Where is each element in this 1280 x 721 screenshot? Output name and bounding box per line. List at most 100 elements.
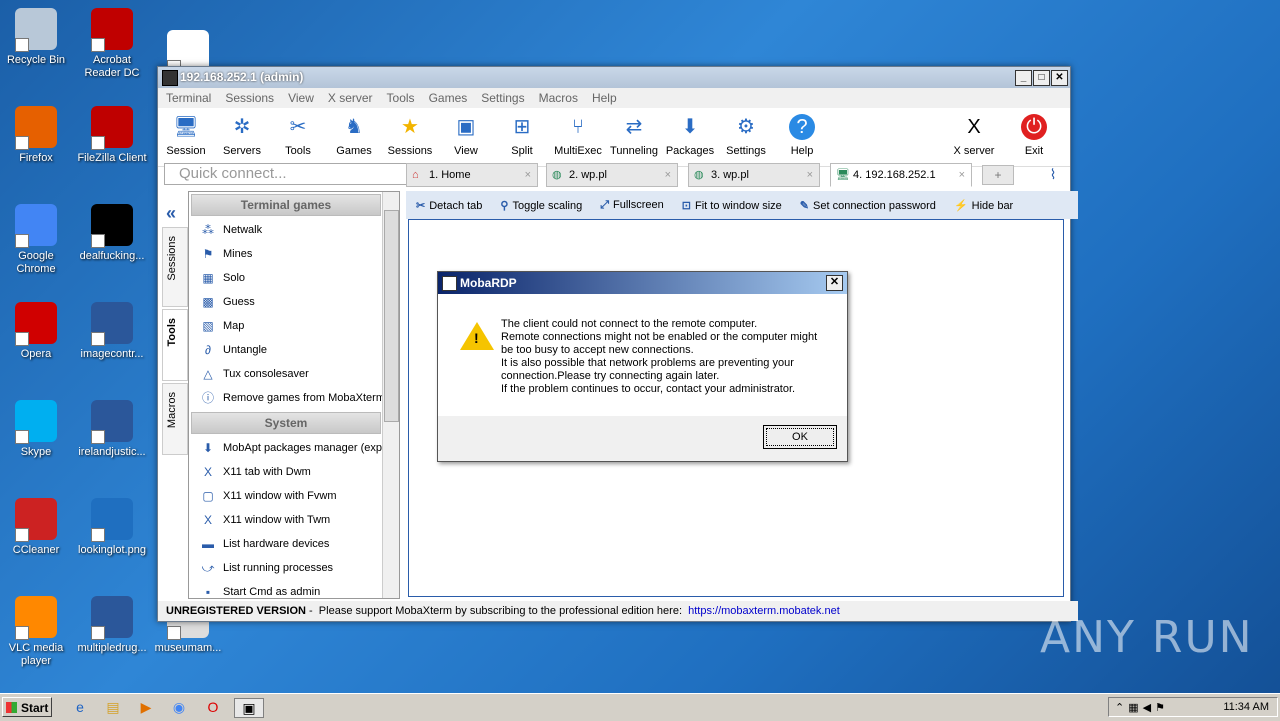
session-tab[interactable]: ◍ 2. wp.pl × <box>546 163 678 187</box>
help-toolbar-button[interactable]: ? Help <box>774 112 830 157</box>
desktop-icon[interactable]: Firefox <box>0 106 72 165</box>
menu-item[interactable]: X server <box>328 91 373 105</box>
desktop-icon[interactable]: lookinglot.png <box>76 498 148 557</box>
session-tab[interactable]: 🖥 4. 192.168.252.1 × <box>830 163 972 187</box>
view-toolbar-button[interactable]: ▣ View <box>438 112 494 157</box>
media-player-icon[interactable]: ▶ <box>136 698 156 716</box>
tab-macros[interactable]: Macros <box>162 383 188 455</box>
subbar-icon: ⊡ <box>681 199 691 212</box>
menu-item[interactable]: Tools <box>387 91 415 105</box>
title-bar[interactable]: 192.168.252.1 (admin) _ □ ✕ <box>158 67 1070 88</box>
desktop-icon[interactable]: Google Chrome <box>0 204 72 276</box>
tab-close-icon[interactable]: × <box>807 164 813 186</box>
desktop-icon[interactable]: Skype <box>0 400 72 459</box>
tool-item[interactable]: X X11 tab with Dwm <box>189 460 399 484</box>
clock[interactable]: 11:34 AM <box>1223 701 1269 713</box>
minimize-button[interactable]: _ <box>1015 70 1032 86</box>
section-header[interactable]: System <box>191 412 381 434</box>
tab-close-icon[interactable]: × <box>959 164 965 186</box>
desktop-icon[interactable]: Acrobat Reader DC <box>76 8 148 80</box>
tunneling-toolbar-button[interactable]: ⇄ Tunneling <box>606 112 662 157</box>
subbar-button[interactable]: ⊡ Fit to window size <box>682 199 782 212</box>
volume-icon[interactable]: ◀ <box>1143 701 1151 714</box>
split-toolbar-button[interactable]: ⊞ Split <box>494 112 550 157</box>
collapse-sidebar-icon[interactable]: « <box>166 203 176 224</box>
tools-scrollbar[interactable] <box>382 192 399 598</box>
tool-item[interactable]: X X11 window with Twm <box>189 508 399 532</box>
tool-item[interactable]: ▬ List hardware devices <box>189 532 399 556</box>
subbar-button[interactable]: ⚲ Toggle scaling <box>500 199 582 212</box>
x-server-toolbar-button[interactable]: X X server <box>946 112 1002 157</box>
servers-toolbar-button[interactable]: ✲ Servers <box>214 112 270 157</box>
tab-close-icon[interactable]: × <box>665 164 671 186</box>
tool-item[interactable]: ⓘ Remove games from MobaXterm <box>189 386 399 410</box>
tool-item[interactable]: ▧ Map <box>189 314 399 338</box>
menu-item[interactable]: Settings <box>481 91 524 105</box>
subbar-button[interactable]: ✂ Detach tab <box>416 199 482 212</box>
menu-item[interactable]: Games <box>429 91 468 105</box>
explorer-icon[interactable]: ▤ <box>103 698 123 716</box>
menu-item[interactable]: Terminal <box>166 91 211 105</box>
desktop-icon[interactable]: dealfucking... <box>76 204 148 263</box>
tool-item[interactable]: ▩ Guess <box>189 290 399 314</box>
tool-item[interactable]: ▦ Solo <box>189 266 399 290</box>
tool-item[interactable]: △ Tux consolesaver <box>189 362 399 386</box>
section-header[interactable]: Terminal games <box>191 194 381 216</box>
multiexec-toolbar-button[interactable]: ⑂ MultiExec <box>550 112 606 157</box>
subbar-button[interactable]: ⤢ Fullscreen <box>600 199 664 212</box>
desktop-icon[interactable]: imagecontr... <box>76 302 148 361</box>
new-tab-icon[interactable]: + <box>982 165 1014 185</box>
desktop-icon[interactable]: VLC media player <box>0 596 72 668</box>
tool-item[interactable]: ∂ Untangle <box>189 338 399 362</box>
mobaxterm-taskbar-icon[interactable]: ▣ <box>234 698 264 718</box>
ie-icon[interactable]: e <box>70 698 90 716</box>
menu-item[interactable]: Sessions <box>225 91 274 105</box>
tools-toolbar-button[interactable]: ✂ Tools <box>270 112 326 157</box>
tool-item[interactable]: ⁂ Netwalk <box>189 218 399 242</box>
toolbar: 🖥 Session ✲ Servers ✂ Tools ♞ Games ★ Sessions ▣ Vi… <box>158 108 1070 167</box>
packages-toolbar-button[interactable]: ⬇ Packages <box>662 112 718 157</box>
tab-close-icon[interactable]: × <box>525 164 531 186</box>
session-tab[interactable]: ⌂ 1. Home × <box>406 163 538 187</box>
tab-sessions[interactable]: Sessions <box>162 227 188 307</box>
subbar-button[interactable]: ⚡ Hide bar <box>954 199 1013 212</box>
tool-item[interactable]: ⬇ MobApt packages manager (expe <box>189 436 399 460</box>
desktop-icon[interactable]: Recycle Bin <box>0 8 72 67</box>
menu-item[interactable]: Macros <box>539 91 578 105</box>
maximize-button[interactable]: □ <box>1033 70 1050 86</box>
flag-icon[interactable]: ⚑ <box>1155 701 1165 714</box>
tool-item[interactable]: ⚑ Mines <box>189 242 399 266</box>
session-toolbar-button[interactable]: 🖥 Session <box>158 112 214 157</box>
opera-icon[interactable]: O <box>203 698 223 716</box>
ok-button[interactable]: OK <box>763 425 837 449</box>
menu-item[interactable]: Help <box>592 91 617 105</box>
menu-item[interactable]: View <box>288 91 314 105</box>
exit-toolbar-button[interactable]: ⏻ Exit <box>1006 112 1062 157</box>
dialog-title-bar[interactable]: MobaRDP ✕ <box>438 272 847 294</box>
desktop-icon[interactable]: Opera <box>0 302 72 361</box>
desktop-icon[interactable]: FileZilla Client <box>76 106 148 165</box>
tool-item[interactable]: ⤻ List running processes <box>189 556 399 580</box>
chrome-icon[interactable]: ◉ <box>169 698 189 716</box>
close-button[interactable]: ✕ <box>1051 70 1068 86</box>
tray-expand-icon[interactable]: ⌃ <box>1115 701 1124 714</box>
sessions-toolbar-button[interactable]: ★ Sessions <box>382 112 438 157</box>
quick-connect-input[interactable]: Quick connect... <box>164 163 412 185</box>
mobatek-link[interactable]: https://mobaxterm.mobatek.net <box>688 605 840 617</box>
tab-tools[interactable]: Tools <box>162 309 188 381</box>
tool-item[interactable]: ▪ Start Cmd as admin <box>189 580 399 598</box>
settings-toolbar-button[interactable]: ⚙ Settings <box>718 112 774 157</box>
tool-item[interactable]: ▢ X11 window with Fvwm <box>189 484 399 508</box>
start-button[interactable]: Start <box>2 697 52 717</box>
network-icon[interactable]: ▦ <box>1128 701 1138 714</box>
paperclip-icon[interactable]: ⌇ <box>1042 163 1064 185</box>
subbar-button[interactable]: ✎ Set connection password <box>800 199 936 212</box>
desktop-icon[interactable]: CCleaner <box>0 498 72 557</box>
session-tab[interactable]: ◍ 3. wp.pl × <box>688 163 820 187</box>
desktop-icon[interactable]: irelandjustic... <box>76 400 148 459</box>
subbar-icon: ⚲ <box>500 199 509 212</box>
games-toolbar-button[interactable]: ♞ Games <box>326 112 382 157</box>
desktop-icon[interactable]: multipledrug... <box>76 596 148 655</box>
desktop-icon-image <box>15 400 57 444</box>
dialog-close-button[interactable]: ✕ <box>826 275 843 291</box>
